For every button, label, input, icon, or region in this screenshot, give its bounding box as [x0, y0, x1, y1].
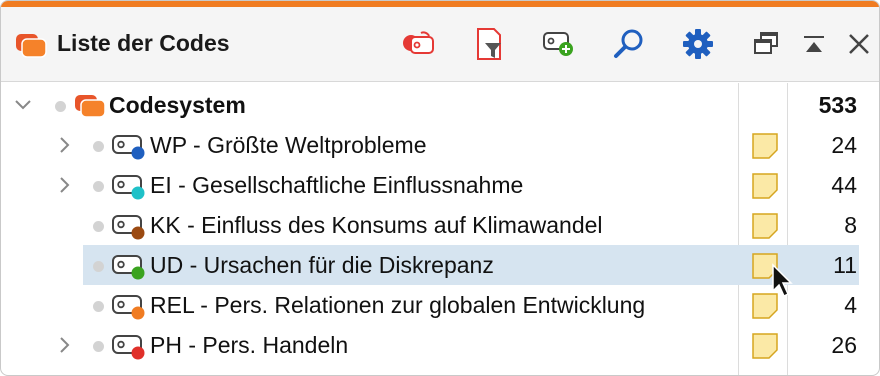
codes-toolbar-button[interactable] [398, 24, 438, 64]
tree-row[interactable]: EI - Gesellschaftliche Einflussnahme 44 [1, 165, 879, 205]
memo-icon[interactable] [751, 332, 779, 365]
tree-row-codesystem[interactable]: Codesystem 533 [1, 85, 879, 125]
tree-row[interactable]: WP - Größte Weltprobleme 24 [1, 125, 879, 165]
status-dot [93, 301, 104, 312]
tree-row[interactable]: UD - Ursachen für die Diskrepanz 11 [1, 245, 879, 285]
search-button[interactable] [609, 24, 649, 64]
tree-row[interactable]: REL - Pers. Relationen zur globalen Entw… [1, 285, 879, 325]
panel-title: Liste der Codes [57, 30, 230, 56]
gear-icon [683, 29, 713, 59]
code-icon [111, 333, 149, 366]
panel-header: Liste der Codes [1, 7, 879, 82]
tree-row-label: REL - Pers. Relationen zur globalen Entw… [150, 292, 646, 318]
code-icon [111, 213, 149, 246]
code-icon [111, 253, 149, 286]
settings-button[interactable] [678, 24, 718, 64]
close-icon [849, 34, 869, 54]
code-icon [111, 173, 149, 206]
tree-row-count: 8 [844, 212, 857, 238]
tree-row-count: 4 [844, 292, 857, 318]
close-button[interactable] [839, 24, 879, 64]
memo-icon[interactable] [751, 172, 779, 205]
status-dot [93, 221, 104, 232]
chevron-right-icon[interactable] [54, 135, 74, 155]
status-dot [55, 101, 66, 112]
status-dot [93, 341, 104, 352]
tree-row-label: UD - Ursachen für die Diskrepanz [150, 252, 494, 278]
memo-icon[interactable] [751, 132, 779, 165]
codes-icon [73, 93, 109, 124]
tree-row-count: 11 [833, 252, 857, 278]
new-code-icon [543, 32, 573, 56]
new-code-button[interactable] [539, 24, 579, 64]
tree-row-label: PH - Pers. Handeln [150, 332, 349, 358]
memo-icon[interactable] [751, 212, 779, 245]
status-dot [93, 261, 104, 272]
activate-codes-icon [403, 31, 434, 54]
chevron-right-icon[interactable] [54, 335, 74, 355]
undock-button[interactable] [746, 24, 786, 64]
filter-button[interactable] [469, 24, 509, 64]
code-list-window: Liste der Codes Codesystem 533 WP - Größ… [0, 0, 880, 376]
mouse-cursor-icon [771, 263, 795, 304]
filter-icon [477, 28, 501, 60]
tree-row-label: EI - Gesellschaftliche Einflussnahme [150, 172, 524, 198]
tree-row-count: 24 [831, 132, 857, 158]
tree-row-label: KK - Einfluss des Konsums auf Klimawande… [150, 212, 603, 238]
tree-row-label: Codesystem [109, 92, 246, 118]
code-icon [111, 293, 149, 326]
tree-row-count: 26 [831, 332, 857, 358]
tree-row-label: WP - Größte Weltprobleme [150, 132, 427, 158]
tree-row[interactable]: KK - Einfluss des Konsums auf Klimawande… [1, 205, 879, 245]
tree-row-count: 44 [831, 172, 857, 198]
tree-row-count: 533 [818, 92, 857, 118]
codes-icon [13, 30, 49, 65]
search-icon [614, 29, 643, 58]
chevron-right-icon[interactable] [54, 175, 74, 195]
status-dot [93, 141, 104, 152]
code-icon [111, 133, 149, 166]
undock-icon [754, 32, 778, 54]
collapse-button[interactable] [794, 24, 834, 64]
status-dot [93, 181, 104, 192]
collapse-icon [804, 36, 824, 52]
tree-row[interactable]: PH - Pers. Handeln 26 [1, 325, 879, 365]
code-tree: Codesystem 533 WP - Größte Weltprobleme 2… [1, 83, 879, 375]
chevron-down-icon[interactable] [13, 95, 33, 115]
